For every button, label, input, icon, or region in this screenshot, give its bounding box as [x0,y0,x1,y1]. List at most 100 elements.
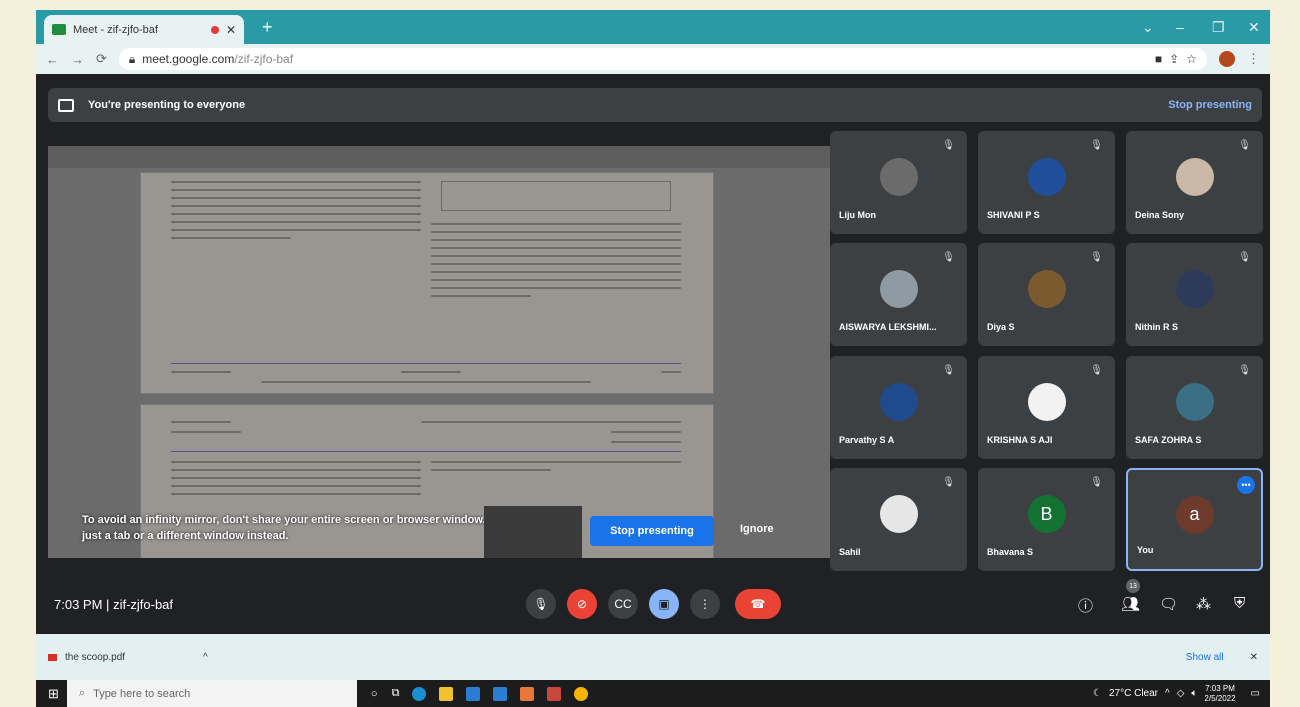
activities-icon[interactable]: ⁂ [1196,595,1211,613]
cortana-icon[interactable]: ○ [371,688,378,700]
tray-chevron-icon[interactable]: ^ [1165,688,1170,699]
ignore-button[interactable]: Ignore [740,523,774,535]
participant-tile[interactable]: AISWARYA LEKSHMI... 🎙︎ [830,243,967,346]
chat-icon[interactable]: 🗨︎ [1159,595,1178,613]
present-button[interactable]: ▣ [649,589,679,619]
captions-button[interactable]: CC [608,589,638,619]
avatar: a [1175,495,1214,534]
participant-tile[interactable]: Nithin R S 🎙︎ [1126,243,1263,346]
avatar [879,270,918,309]
hang-up-icon: ☎ [750,597,766,611]
forward-icon[interactable]: → [71,52,84,67]
taskbar-clock[interactable]: 7:03 PM 2/5/2022 [1204,684,1235,704]
share-page-icon[interactable]: ⇪ [1169,52,1179,66]
people-icon[interactable]: 👥︎ [1121,595,1140,613]
windows-start-icon[interactable]: ⊞ [48,686,59,702]
new-tab-icon[interactable]: + [262,17,273,38]
reload-icon[interactable]: ⟳ [96,51,107,67]
tab-search-icon[interactable]: ⌄ [1142,19,1154,36]
search-icon: ⌕ [78,687,86,699]
chrome-menu-icon[interactable]: ⋮ [1247,51,1260,67]
stop-presenting-button[interactable]: Stop presenting [590,516,714,546]
mail-icon[interactable] [493,686,508,701]
file-explorer-icon[interactable] [439,686,454,701]
more-vert-icon: ⋮ [699,597,711,611]
url-bar[interactable]: 🔒︎ meet.google.com/zif-zjfo-baf ■ ⇪ ☆ [118,48,1207,70]
maximize-icon[interactable]: ❐ [1212,19,1225,36]
more-options-button[interactable]: ⋮ [690,589,720,619]
lock-icon: 🔒︎ [128,51,136,66]
muted-mic-icon: 🎙︎ [1090,365,1103,376]
participant-tile[interactable]: SAFA ZOHRA S 🎙︎ [1126,356,1263,459]
chrome-icon[interactable] [574,686,589,701]
app-icon[interactable] [520,686,535,701]
edge-icon[interactable] [412,686,427,701]
more-options-icon[interactable]: ••• [1237,476,1255,494]
camera-off-button[interactable]: ⊘ [567,589,597,619]
shared-screen-browser-toolbar [48,146,830,168]
participant-name: You [1137,545,1154,555]
task-view-icon[interactable]: ⧉ [392,687,400,700]
presenting-banner: You're presenting to everyone Stop prese… [48,88,1262,122]
infinity-mirror-warning: To avoid an infinity mirror, don't share… [48,504,830,558]
warning-illustration [484,506,582,558]
windows-taskbar: ⊞ ⌕ Type here to search ○ ⧉ ☾ 27°C Clear… [36,680,1270,707]
meet-window: You're presenting to everyone Stop prese… [36,74,1270,634]
show-all-button[interactable]: Show all [1186,652,1224,663]
meeting-controls-bar: 7:03 PM | zif-zjfo-baf 🎙︎ ⊘ CC ▣ ⋮ ☎ ⓘ 👥… [36,579,1270,634]
document-page-1 [140,172,714,394]
leave-call-button[interactable]: ☎ [735,589,781,619]
browser-tab-meet[interactable]: Meet - zif-zjfo-baf ✕ [44,15,244,44]
participant-tile[interactable]: Deina Sony 🎙︎ [1126,131,1263,234]
camera-in-use-icon[interactable]: ■ [1155,52,1162,66]
download-item-name[interactable]: the scoop.pdf [65,652,125,663]
volume-icon[interactable]: 🔈︎ [1191,688,1197,699]
host-controls-icon[interactable]: ⛨ [1234,595,1245,612]
taskbar-search[interactable]: ⌕ Type here to search [66,680,357,707]
participant-name: SAFA ZOHRA S [1135,435,1202,445]
participant-name: Deina Sony [1135,210,1185,220]
participant-tile[interactable]: Liju Mon 🎙︎ [830,131,967,234]
present-icon: ▣ [658,597,670,611]
participant-tile[interactable]: SHIVANI P S 🎙︎ [978,131,1115,234]
minimize-icon[interactable]: – [1176,19,1184,35]
muted-mic-icon: 🎙︎ [1090,252,1103,263]
avatar [1175,383,1214,422]
profile-avatar[interactable] [1219,51,1235,67]
captions-icon: CC [614,597,632,611]
participant-tile[interactable]: a You ••• [1126,468,1263,571]
close-window-icon[interactable]: ✕ [1248,19,1260,36]
avatar [879,495,918,534]
network-icon[interactable]: ◇ [1177,688,1185,699]
weather-text[interactable]: 27°C Clear [1109,688,1158,699]
participant-tile[interactable]: Diya S 🎙︎ [978,243,1115,346]
microphone-button[interactable]: 🎙︎ [526,589,556,619]
separator: | [106,597,110,612]
warning-text: To avoid an infinity mirror, don't share… [82,514,520,542]
participant-tile[interactable]: Sahil 🎙︎ [830,468,967,571]
avatar [1027,158,1066,197]
participant-tile[interactable]: B Bhavana S 🎙︎ [978,468,1115,571]
participant-name: Diya S [987,322,1015,332]
muted-mic-icon: 🎙︎ [942,252,955,263]
muted-mic-icon: 🎙︎ [1238,252,1251,263]
participant-tile[interactable]: KRISHNA S AJI 🎙︎ [978,356,1115,459]
store-icon[interactable] [466,686,481,701]
taskbar-date: 2/5/2022 [1204,693,1236,703]
download-chevron-icon[interactable]: ^ [203,652,208,663]
office-icon[interactable] [547,686,562,701]
close-downloads-icon[interactable]: ✕ [1250,652,1258,663]
close-tab-icon[interactable]: ✕ [226,23,236,37]
back-icon[interactable]: ← [46,52,59,67]
meeting-info: 7:03 PM | zif-zjfo-baf [54,597,173,612]
search-placeholder: Type here to search [93,687,191,700]
muted-mic-icon: 🎙︎ [1238,365,1251,376]
presenting-text: You're presenting to everyone [88,99,246,111]
notifications-icon[interactable]: ▭ [1251,688,1260,699]
muted-mic-icon: 🎙︎ [942,140,955,151]
weather-icon: ☾ [1093,688,1102,699]
meeting-details-icon[interactable]: ⓘ [1078,595,1093,616]
bookmark-star-icon[interactable]: ☆ [1186,52,1197,66]
participant-tile[interactable]: Parvathy S A 🎙︎ [830,356,967,459]
banner-stop-presenting-button[interactable]: Stop presenting [1168,99,1252,111]
